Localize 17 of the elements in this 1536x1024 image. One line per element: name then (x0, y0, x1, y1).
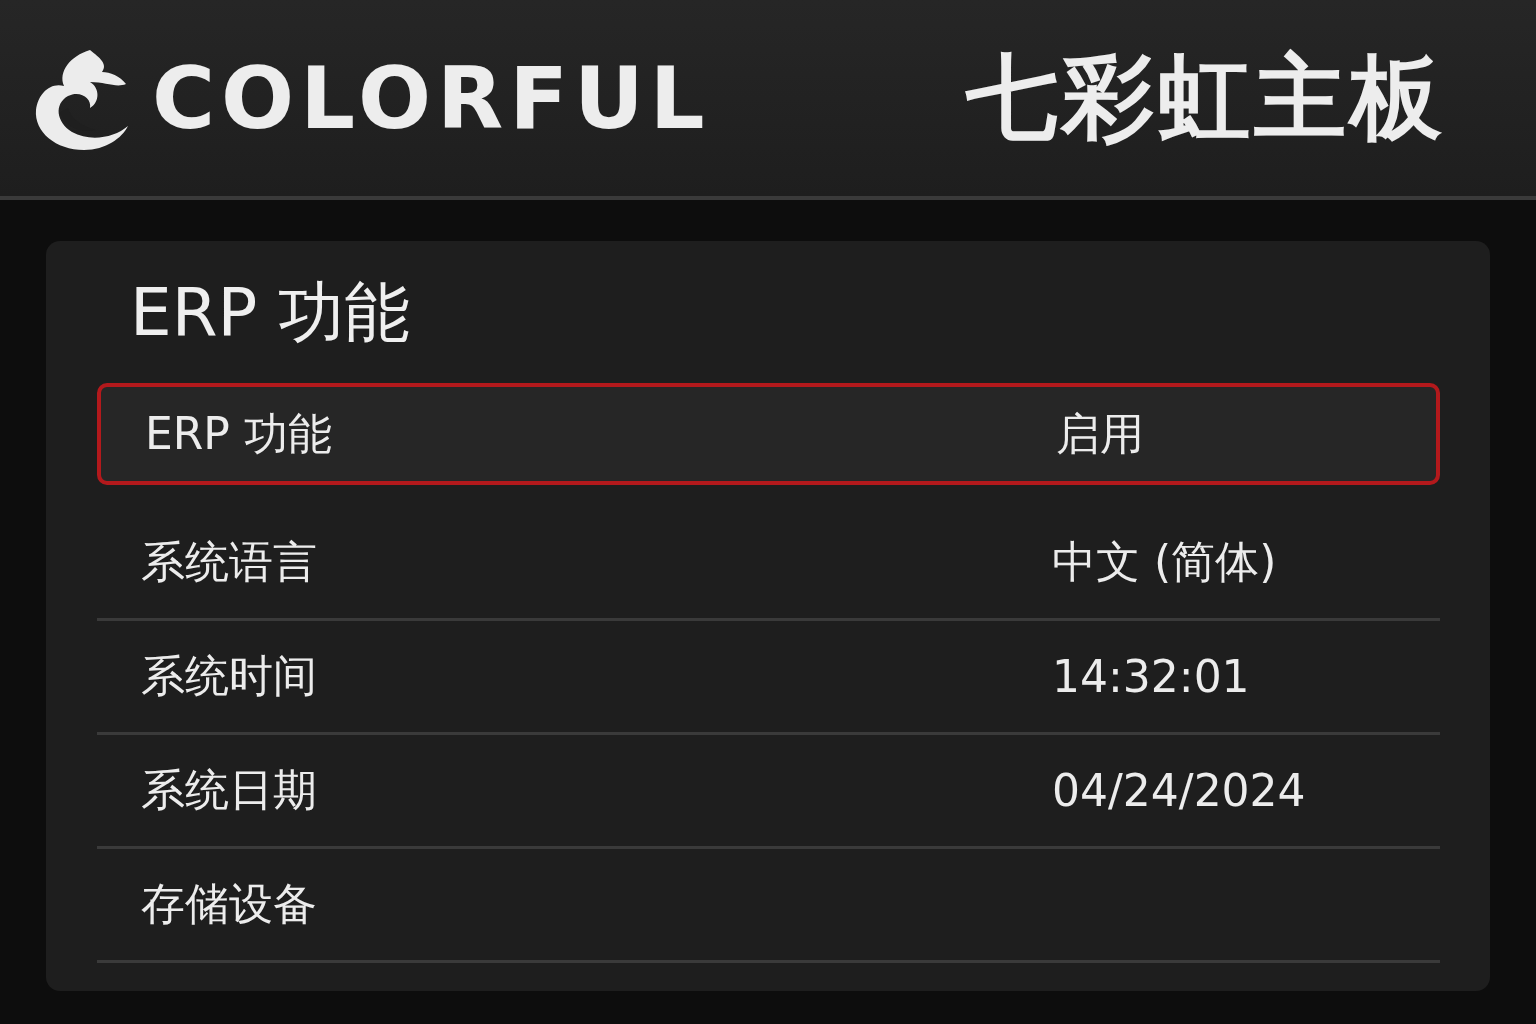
panel-title: ERP 功能 (130, 273, 412, 353)
setting-label: 存储设备 (141, 877, 318, 931)
settings-row[interactable]: 系统语言 中文 (简体) (97, 507, 1440, 621)
settings-row[interactable]: 系统日期 04/24/2024 (97, 735, 1440, 849)
settings-row[interactable]: ERP 功能 启用 (97, 383, 1440, 485)
setting-label: 系统时间 (141, 649, 318, 703)
setting-value: 启用 (1056, 406, 1144, 461)
brand-name: COLORFUL (152, 48, 711, 148)
settings-row[interactable]: 存储设备 (97, 849, 1440, 963)
settings-row[interactable]: 系统时间 14:32:01 (97, 621, 1440, 735)
page-title: 七彩虹主板 (966, 43, 1446, 153)
setting-label: 系统语言 (141, 535, 318, 589)
setting-label: ERP 功能 (145, 406, 333, 461)
setting-value: 中文 (简体) (1052, 535, 1277, 589)
setting-label: 系统日期 (141, 763, 318, 817)
setting-value: 14:32:01 (1052, 651, 1250, 702)
setting-value: 04/24/2024 (1052, 765, 1306, 816)
